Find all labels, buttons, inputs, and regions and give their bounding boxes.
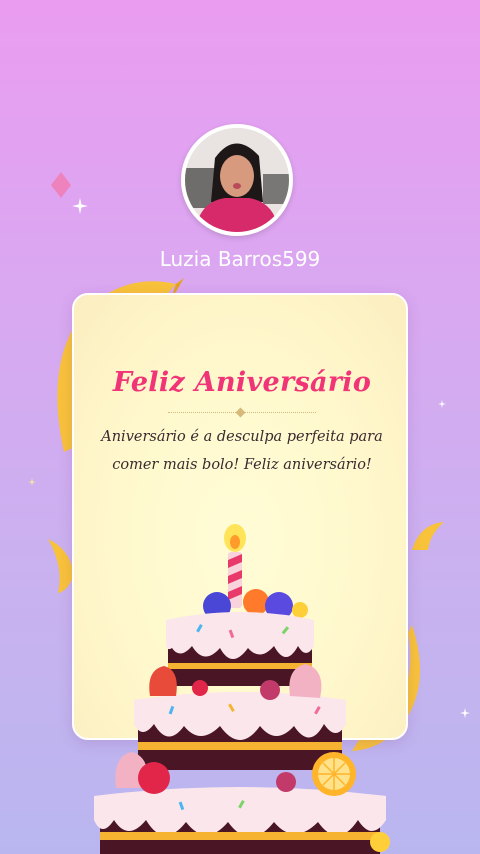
birthday-cake-icon bbox=[94, 524, 390, 854]
divider-ornament bbox=[235, 407, 246, 418]
card-title: Feliz Aniversário bbox=[112, 367, 372, 398]
card-message: Aniversário é a desculpa perfeita para c… bbox=[101, 429, 383, 473]
sparkle-icon bbox=[438, 400, 446, 408]
sparkle-icon bbox=[28, 478, 36, 486]
avatar[interactable] bbox=[181, 124, 293, 236]
ribbon-decoration bbox=[412, 522, 444, 550]
username: Luzia Barros599 bbox=[159, 247, 321, 271]
user-photo bbox=[185, 128, 289, 232]
sparkle-icon bbox=[460, 708, 470, 718]
diamond-icon bbox=[51, 172, 71, 198]
candle-icon bbox=[224, 524, 246, 608]
sparkle-icon bbox=[72, 198, 88, 214]
